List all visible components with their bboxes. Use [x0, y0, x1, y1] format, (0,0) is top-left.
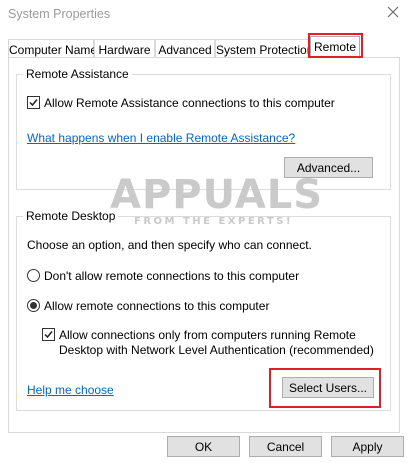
remote-assistance-label[interactable]: Allow Remote Assistance connections to t…	[44, 96, 335, 110]
window-title: System Properties	[8, 7, 111, 21]
close-icon[interactable]	[385, 4, 401, 20]
dont-allow-label[interactable]: Don't allow remote connections to this c…	[44, 269, 299, 283]
nla-checkbox[interactable]	[42, 328, 55, 341]
remote-desktop-instruction: Choose an option, and then specify who c…	[27, 238, 312, 252]
allow-label[interactable]: Allow remote connections to this compute…	[44, 299, 269, 313]
remote-assistance-checkbox[interactable]	[27, 96, 40, 109]
ok-button[interactable]: OK	[167, 436, 240, 457]
remote-assistance-help-link[interactable]: What happens when I enable Remote Assist…	[27, 131, 295, 145]
apply-button[interactable]: Apply	[331, 436, 404, 457]
remote-assistance-title: Remote Assistance	[23, 67, 132, 81]
help-me-choose-link[interactable]: Help me choose	[27, 383, 114, 397]
checkmark-icon	[44, 331, 53, 339]
checkmark-icon	[29, 99, 38, 107]
watermark-brand: APPUALS	[110, 172, 324, 218]
nla-label-line1[interactable]: Allow connections only from computers ru…	[59, 328, 356, 342]
allow-radio[interactable]	[27, 299, 40, 312]
tab-system-protection[interactable]: System Protection	[215, 39, 313, 59]
tab-computer-name[interactable]: Computer Name	[8, 39, 97, 59]
select-users-highlight	[269, 368, 381, 408]
nla-label-line2[interactable]: Desktop with Network Level Authenticatio…	[59, 343, 374, 357]
watermark-tagline: FROM THE EXPERTS!	[134, 216, 294, 227]
dont-allow-radio[interactable]	[27, 269, 40, 282]
remote-desktop-title: Remote Desktop	[23, 209, 119, 223]
tab-hardware[interactable]: Hardware	[94, 39, 155, 59]
appuals-watermark: APPUALS FROM THE EXPERTS!	[110, 172, 322, 232]
radio-selected-dot	[30, 302, 37, 309]
title-bar: System Properties	[0, 0, 409, 30]
tab-remote-highlight	[308, 33, 363, 58]
tab-advanced[interactable]: Advanced	[155, 39, 215, 59]
cancel-button[interactable]: Cancel	[249, 436, 322, 457]
